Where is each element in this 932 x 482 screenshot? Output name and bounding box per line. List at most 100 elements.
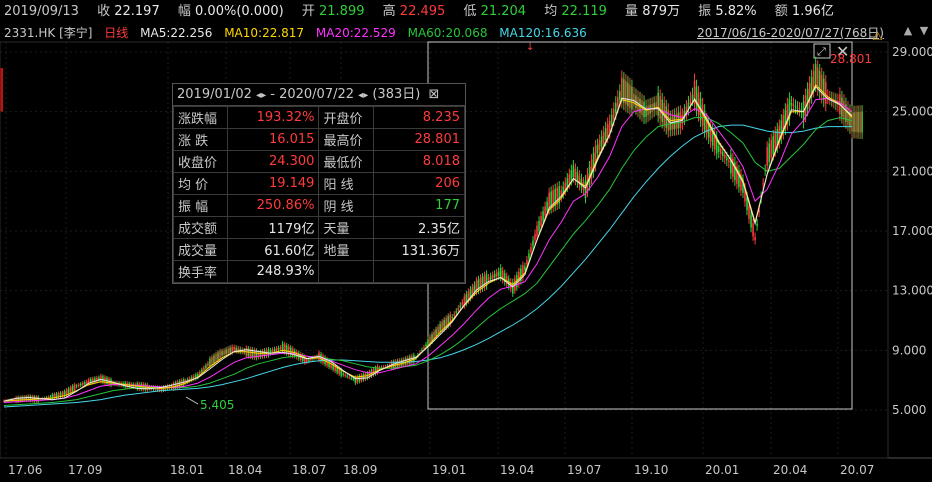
candle-body — [233, 346, 235, 351]
candle-body — [756, 223, 758, 227]
candle-body — [362, 374, 365, 380]
stats-row: 涨 跌 16.015 最高价 28.801 — [172, 128, 466, 151]
candle-body — [604, 128, 607, 141]
candle-body — [824, 82, 827, 104]
stats-row: 均 价 19.149 阳 线 206 — [172, 172, 466, 195]
candle-body — [762, 183, 764, 185]
x-tick-label: 20.04 — [773, 463, 807, 477]
stats-value: 8.235 — [372, 106, 466, 129]
stats-value: 61.60亿 — [227, 238, 320, 261]
candle-body — [207, 363, 209, 366]
x-tick-label: 20.07 — [840, 463, 874, 477]
stats-label: 阳 线 — [318, 172, 374, 195]
range-statistics-panel: 2019/01/02 ◂▸ - 2020/07/22 ◂▸ (383日) ⊠ 涨… — [172, 83, 466, 284]
candle-body — [717, 145, 720, 152]
candle-body — [612, 108, 615, 120]
candle-body — [499, 267, 502, 278]
y-tick-label: 9.000 — [892, 343, 926, 357]
y-tick-label: 13.000 — [892, 284, 932, 298]
range-start-stepper-icon[interactable]: ◂▸ — [256, 90, 266, 101]
x-tick-label: 18.04 — [228, 463, 262, 477]
candle-body — [816, 67, 819, 89]
candle-body — [627, 82, 629, 107]
kline-chart[interactable]: ⤢ ✕ 29.00025.00021.00017.00013.0009.0005… — [0, 0, 932, 482]
candle-body — [77, 384, 80, 387]
range-start[interactable]: 2019/01/02 — [177, 87, 252, 102]
candle-body — [81, 382, 84, 385]
stats-value: 2.35亿 — [372, 216, 466, 239]
stats-label: 成交额 — [172, 216, 229, 239]
candle-body — [348, 376, 351, 378]
candle-body — [546, 201, 548, 211]
stats-label: 成交量 — [172, 238, 229, 261]
candle-body — [689, 98, 692, 104]
candle-body — [647, 105, 649, 116]
stats-label: 振 幅 — [172, 194, 229, 217]
candle-body — [570, 170, 573, 180]
candle-body — [544, 206, 546, 216]
stats-row: 收盘价 24.300 最低价 8.018 — [172, 150, 466, 173]
stats-value — [372, 260, 466, 283]
candle-body — [629, 84, 631, 108]
candle-body — [487, 277, 490, 280]
candle-body — [285, 345, 288, 354]
candle-body — [225, 349, 227, 355]
stats-value: 28.801 — [372, 128, 466, 151]
range-end[interactable]: - 2020/07/22 — [270, 87, 354, 102]
candle-body — [568, 174, 571, 184]
candle-body — [574, 168, 577, 180]
y-axis-labels: 29.000 25.000 21.000 17.000 13.000 9.000 5.000 — [892, 45, 932, 417]
stats-row: 成交额 1179亿 天量 2.35亿 — [172, 216, 466, 239]
candle-body — [540, 216, 542, 226]
candle-body — [497, 271, 500, 277]
candle-body — [859, 111, 861, 133]
stats-label — [318, 260, 374, 283]
stats-label: 开盘价 — [318, 106, 374, 129]
candle-body — [201, 369, 203, 373]
stats-value: 193.32% — [227, 106, 320, 129]
candle-body — [211, 357, 213, 365]
candle-body — [205, 365, 207, 369]
candle-body — [730, 154, 732, 174]
candle-body — [584, 180, 587, 199]
candle-body — [814, 64, 817, 85]
candle-body — [279, 347, 282, 349]
stats-value: 248.93% — [227, 260, 320, 283]
candle-body — [459, 305, 462, 308]
candle-body — [231, 346, 233, 353]
candle-body — [691, 94, 694, 99]
candle-body — [453, 314, 456, 316]
candle-body — [631, 86, 633, 110]
candle-body — [219, 350, 221, 359]
candle-body — [530, 247, 532, 253]
candle-body — [223, 350, 225, 355]
stats-label: 最高价 — [318, 128, 374, 151]
stats-header: 2019/01/02 ◂▸ - 2020/07/22 ◂▸ (383日) ⊠ — [173, 84, 465, 106]
stats-label: 换手率 — [172, 260, 229, 283]
range-days: (383日) — [372, 87, 421, 102]
candle-body — [532, 240, 534, 247]
candle-body — [352, 379, 355, 381]
candle-body — [721, 151, 724, 157]
candle-body — [657, 92, 659, 116]
x-tick-label: 20.01 — [705, 463, 739, 477]
stats-label: 最低价 — [318, 150, 374, 173]
candle-body — [623, 79, 625, 103]
candle-body — [439, 323, 441, 333]
candle-body — [598, 140, 601, 150]
candle-body — [69, 387, 72, 393]
candle-body — [719, 148, 722, 155]
candle-body — [616, 97, 619, 107]
range-end-stepper-icon[interactable]: ◂▸ — [358, 90, 368, 101]
top-marker: ↓ — [526, 42, 534, 53]
stats-value: 19.149 — [227, 172, 320, 195]
candle-body — [455, 311, 458, 313]
stats-close-icon[interactable]: ⊠ — [428, 87, 439, 102]
stats-value: 177 — [372, 194, 466, 217]
candle-body — [526, 260, 528, 265]
candle-body — [861, 111, 863, 133]
candle-body — [435, 329, 437, 337]
candle-body — [608, 120, 611, 133]
stats-label: 涨 跌 — [172, 128, 229, 151]
candle-body — [213, 355, 215, 364]
